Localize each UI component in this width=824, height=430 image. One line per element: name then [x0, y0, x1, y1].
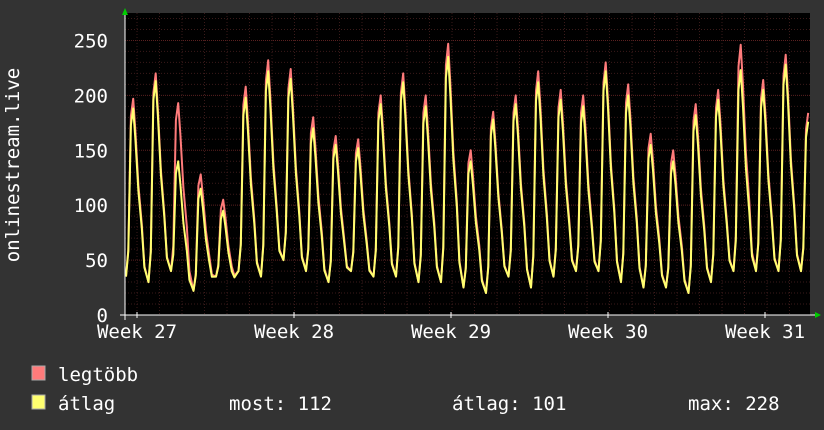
y-tick-label: 150: [74, 140, 108, 162]
x-tick-label: Week 27: [97, 321, 177, 343]
stat-most: most: 112: [229, 393, 332, 415]
x-tick-label: Week 30: [568, 321, 648, 343]
legend-swatch-legtobb: [31, 365, 46, 381]
y-axis-label: onlinestream.live: [2, 68, 24, 262]
y-tick-label: 200: [74, 85, 108, 107]
y-tick-label: 50: [85, 250, 108, 272]
x-tick-labels: Week 27 Week 28 Week 29 Week 30 Week 31: [97, 312, 805, 343]
y-axis-arrow-icon: [122, 8, 128, 15]
x-tick-label: Week 31: [725, 321, 805, 343]
rrd-graph: 050100150200250 Week 27 Week 28 Week 29 Wee…: [2, 8, 821, 415]
y-tick-labels: 050100150200250: [74, 30, 108, 327]
x-tick-label: Week 29: [411, 321, 491, 343]
x-axis-arrow-icon: [815, 312, 821, 318]
x-tick-label: Week 28: [254, 321, 334, 343]
stat-atlag: átlag: 101: [452, 393, 566, 415]
legend-label-atlag: átlag: [58, 393, 115, 415]
y-tick-label: 100: [74, 195, 108, 217]
y-tick-label: 250: [74, 30, 108, 52]
legend-label-legtobb: legtöbb: [58, 364, 138, 386]
stat-max: max: 228: [688, 393, 780, 415]
legend-swatch-atlag: [31, 394, 46, 410]
